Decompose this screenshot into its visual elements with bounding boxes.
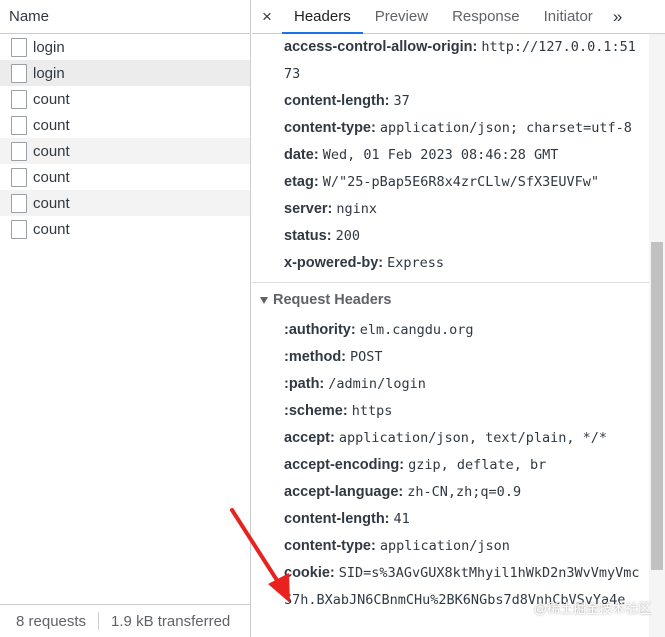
- header-row: etag: W/"25-pBap5E6R8x4zrCLlw/SfX3EUVFw": [252, 169, 649, 196]
- request-name: count: [33, 116, 70, 134]
- tab-headers[interactable]: Headers: [282, 0, 363, 34]
- header-value: application/json, text/plain, */*: [338, 430, 608, 446]
- document-icon: [11, 219, 27, 239]
- headers-content: access-control-allow-origin: http://127.…: [252, 34, 649, 637]
- document-icon: [11, 141, 27, 161]
- request-name: count: [33, 90, 70, 108]
- request-row[interactable]: login: [0, 60, 250, 86]
- header-row: :method: POST: [252, 344, 649, 371]
- request-name: count: [33, 142, 70, 160]
- watermark: @稀土掘金技术社区: [533, 601, 651, 616]
- header-value: https: [351, 403, 393, 419]
- expand-triangle-icon: [260, 296, 268, 304]
- header-value: gzip, deflate, br: [408, 457, 547, 473]
- tab-response[interactable]: Response: [440, 0, 532, 33]
- document-icon: [11, 63, 27, 83]
- scrollbar-thumb[interactable]: [651, 242, 663, 570]
- header-row: :authority: elm.cangdu.org: [252, 317, 649, 344]
- header-value: POST: [350, 349, 383, 365]
- header-key: content-length:: [284, 511, 390, 527]
- request-row[interactable]: login: [0, 34, 250, 60]
- header-value: application/json; charset=utf-8: [379, 120, 632, 136]
- header-row: accept-encoding: gzip, deflate, br: [252, 452, 649, 479]
- header-key: content-type:: [284, 120, 376, 136]
- header-row: accept: application/json, text/plain, */…: [252, 425, 649, 452]
- header-value: /admin/login: [328, 376, 426, 392]
- request-headers-title: Request Headers: [273, 292, 392, 308]
- header-value: elm.cangdu.org: [359, 322, 474, 338]
- header-key: server:: [284, 201, 333, 217]
- header-key: :method:: [284, 349, 347, 365]
- request-row[interactable]: count: [0, 138, 250, 164]
- request-headers-section-toggle[interactable]: Request Headers: [252, 283, 649, 317]
- header-value: 41: [393, 511, 410, 527]
- header-row: x-powered-by: Express: [252, 250, 649, 277]
- header-key: :authority:: [284, 322, 356, 338]
- header-row: content-length: 37: [252, 88, 649, 115]
- document-icon: [11, 37, 27, 57]
- network-request-list: Name login login count count count count count…: [0, 0, 251, 637]
- more-tabs-icon[interactable]: »: [605, 0, 628, 33]
- request-name: login: [33, 38, 65, 56]
- header-row: :scheme: https: [252, 398, 649, 425]
- header-row: content-type: application/json; charset=…: [252, 115, 649, 142]
- header-row: date: Wed, 01 Feb 2023 08:46:28 GMT: [252, 142, 649, 169]
- request-rows: login login count count count count count count: [0, 34, 250, 242]
- header-key: cookie:: [284, 565, 335, 581]
- header-value: Wed, 01 Feb 2023 08:46:28 GMT: [322, 147, 559, 163]
- header-value: nginx: [336, 201, 378, 217]
- request-row[interactable]: count: [0, 86, 250, 112]
- header-key: accept-language:: [284, 484, 404, 500]
- header-value: application/json: [379, 538, 510, 554]
- header-key: content-type:: [284, 538, 376, 554]
- request-details-panel: × Headers Preview Response Initiator » a…: [252, 0, 665, 637]
- close-icon[interactable]: ×: [252, 0, 282, 33]
- header-key: status:: [284, 228, 332, 244]
- header-key: accept:: [284, 430, 335, 446]
- header-row: accept-language: zh-CN,zh;q=0.9: [252, 479, 649, 506]
- tab-preview[interactable]: Preview: [363, 0, 440, 33]
- details-tab-bar: × Headers Preview Response Initiator »: [252, 0, 665, 34]
- status-separator: [98, 612, 100, 630]
- request-row[interactable]: count: [0, 164, 250, 190]
- scrollbar-track[interactable]: [649, 34, 665, 637]
- header-value: Express: [387, 255, 445, 271]
- transferred-size: 1.9 kB transferred: [111, 612, 231, 630]
- header-value: 37: [393, 93, 410, 109]
- header-row: content-type: application/json: [252, 533, 649, 560]
- network-status-bar: 8 requests 1.9 kB transferred: [0, 604, 250, 637]
- request-name: count: [33, 220, 70, 238]
- header-key: :path:: [284, 376, 325, 392]
- header-row: status: 200: [252, 223, 649, 250]
- request-name: login: [33, 64, 65, 82]
- document-icon: [11, 167, 27, 187]
- request-row[interactable]: count: [0, 216, 250, 242]
- header-value: W/"25-pBap5E6R8x4zrCLlw/SfX3EUVFw": [322, 174, 600, 190]
- request-name: count: [33, 194, 70, 212]
- header-value: zh-CN,zh;q=0.9: [407, 484, 522, 500]
- header-key: accept-encoding:: [284, 457, 405, 473]
- response-headers-list: access-control-allow-origin: http://127.…: [252, 34, 649, 277]
- header-row: access-control-allow-origin: http://127.…: [252, 34, 649, 88]
- header-key: content-length:: [284, 93, 390, 109]
- request-count: 8 requests: [16, 612, 87, 630]
- header-row: content-length: 41: [252, 506, 649, 533]
- document-icon: [11, 115, 27, 135]
- name-column-header[interactable]: Name: [0, 0, 250, 34]
- header-row: server: nginx: [252, 196, 649, 223]
- request-row[interactable]: count: [0, 112, 250, 138]
- header-key: access-control-allow-origin:: [284, 39, 478, 55]
- document-icon: [11, 89, 27, 109]
- document-icon: [11, 193, 27, 213]
- request-row[interactable]: count: [0, 190, 250, 216]
- request-name: count: [33, 168, 70, 186]
- header-key: :scheme:: [284, 403, 348, 419]
- header-value: 200: [335, 228, 360, 244]
- header-row: :path: /admin/login: [252, 371, 649, 398]
- request-headers-list: :authority: elm.cangdu.org:method: POST:…: [252, 317, 649, 614]
- tab-initiator[interactable]: Initiator: [532, 0, 605, 33]
- header-key: date:: [284, 147, 319, 163]
- header-key: x-powered-by:: [284, 255, 384, 271]
- header-key: etag:: [284, 174, 319, 190]
